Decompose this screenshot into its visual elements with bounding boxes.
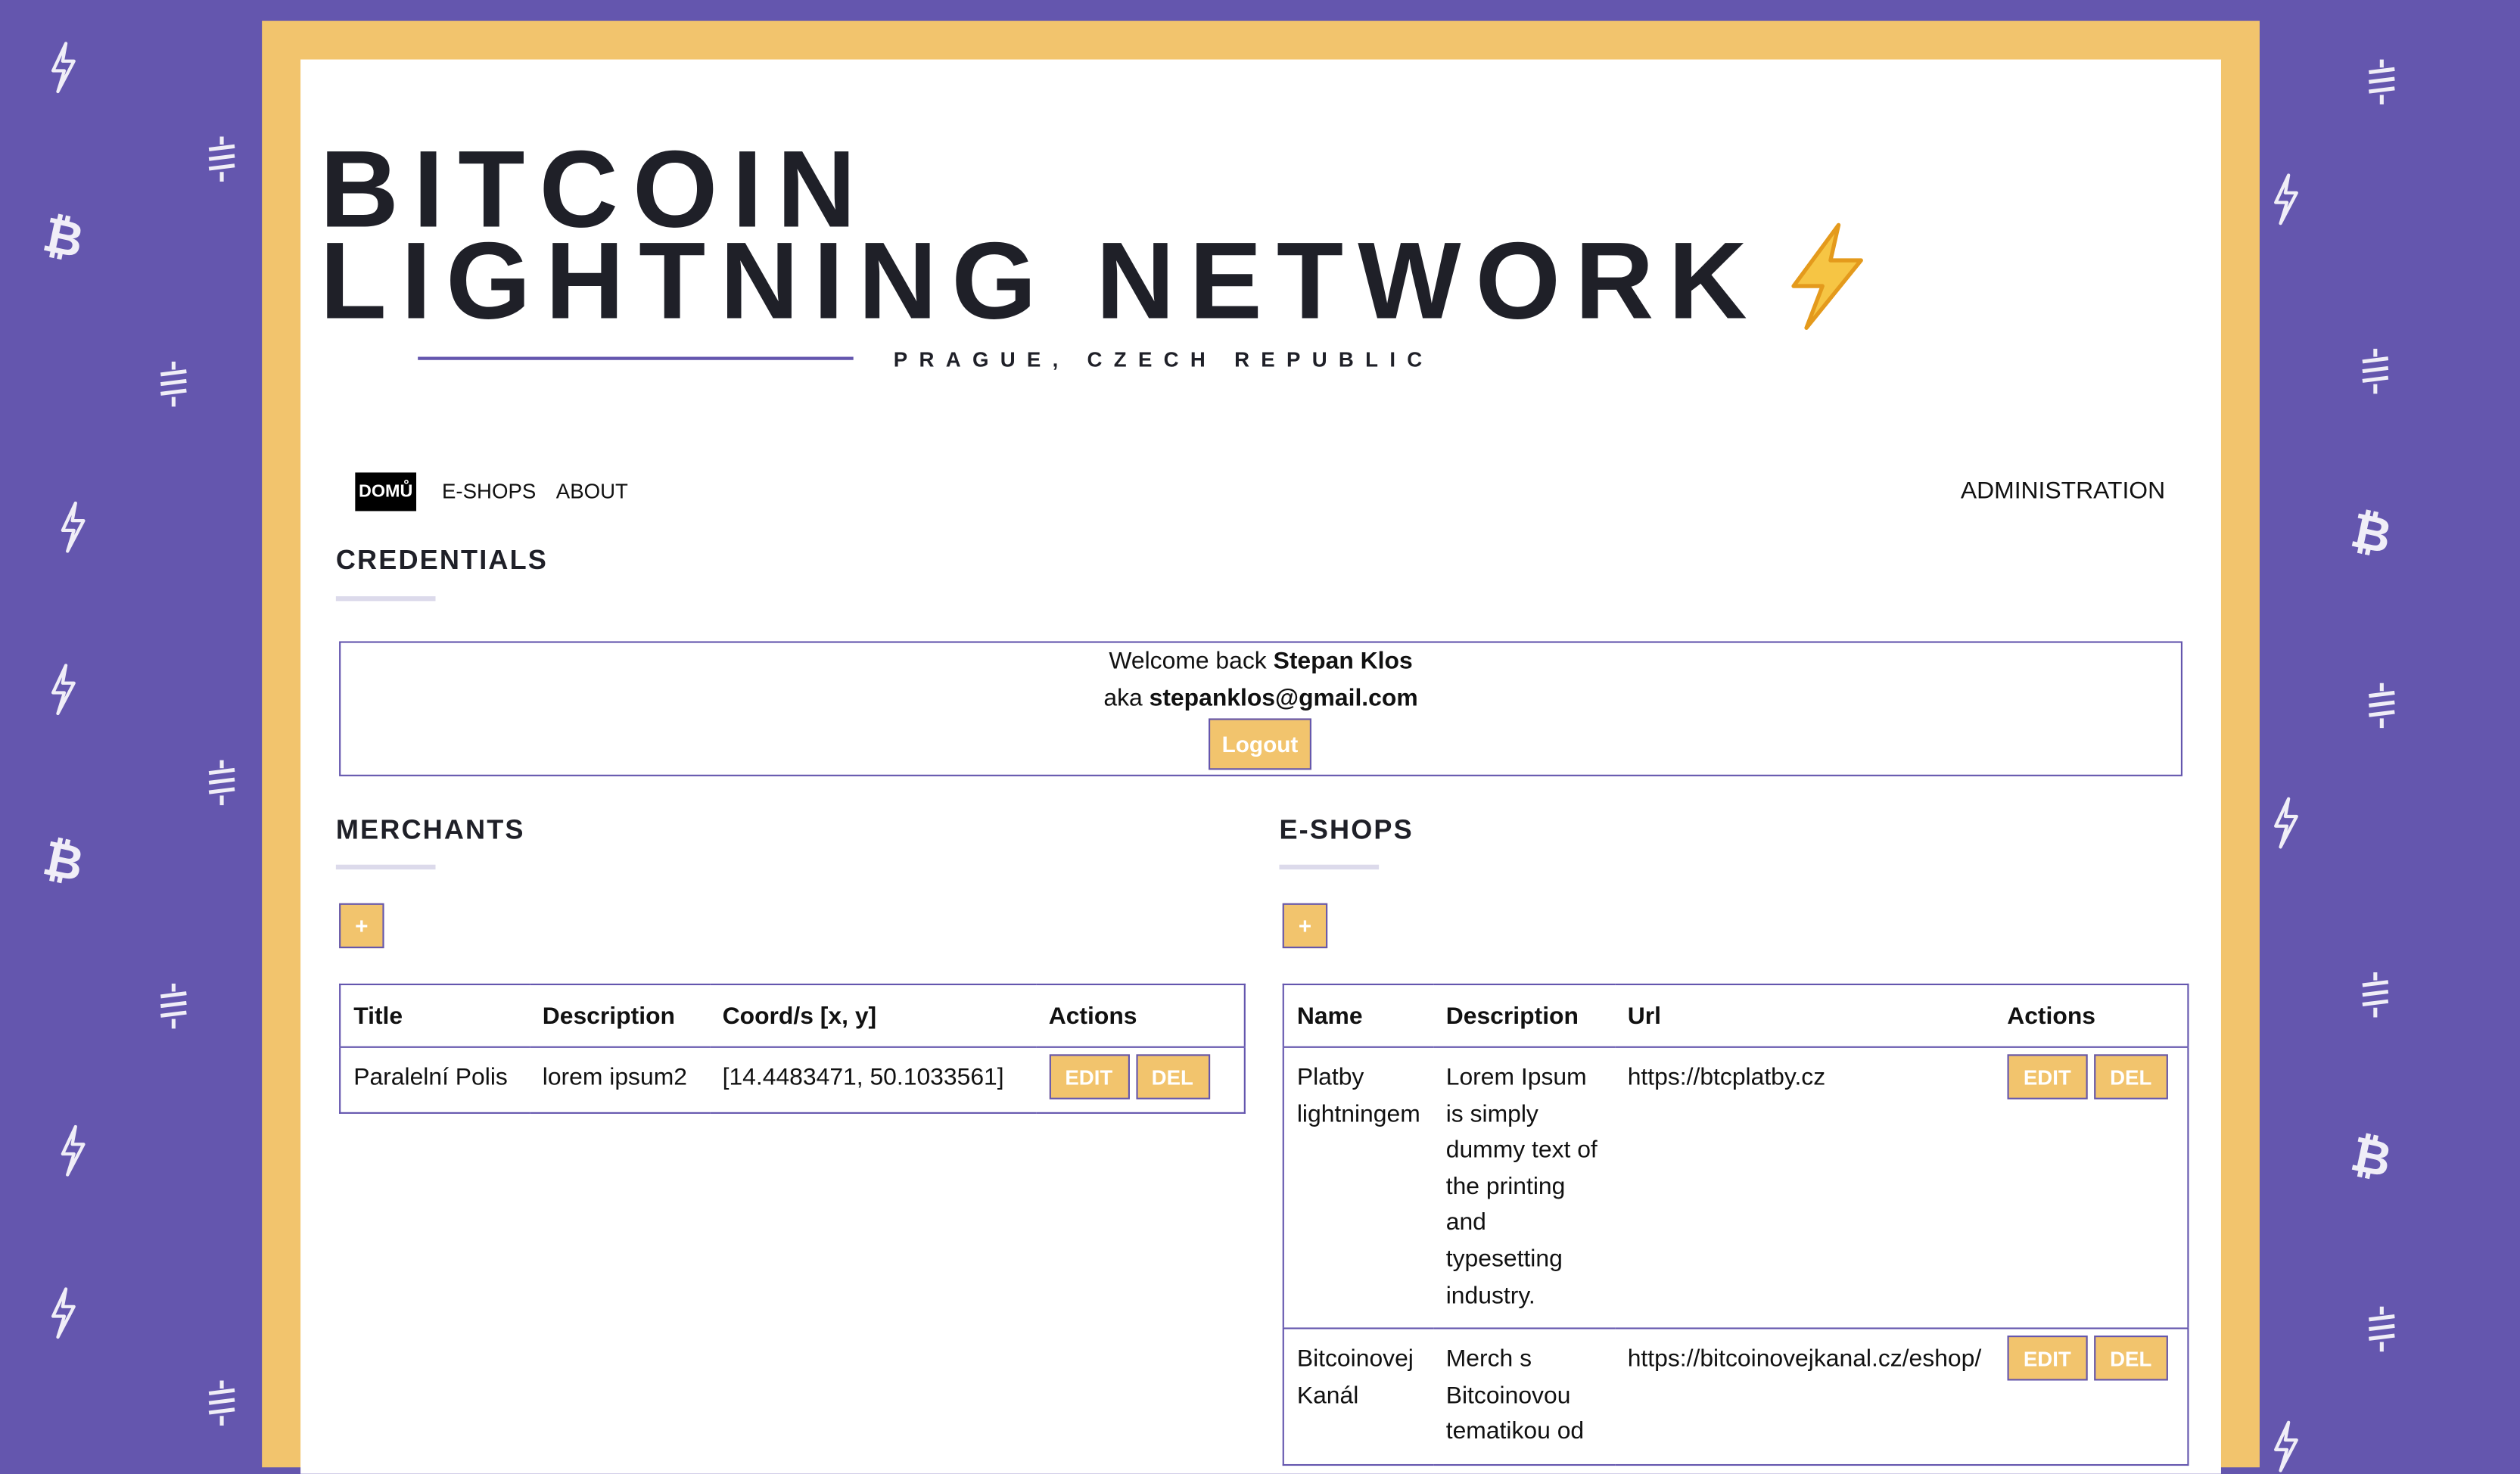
column-header: Description xyxy=(529,984,710,1048)
satoshi-icon xyxy=(2366,58,2397,106)
merchant-description-cell: lorem ipsum2 xyxy=(542,1064,687,1092)
lightning-icon xyxy=(48,1287,77,1339)
table-header-row: Name Description Url Actions xyxy=(1283,984,2189,1048)
satoshi-icon xyxy=(206,1379,238,1427)
eshop-description-cell: Merch s Bitcoinovou tematikou od xyxy=(1433,1327,1615,1465)
satoshi-icon xyxy=(206,135,238,183)
lightning-icon xyxy=(58,501,86,553)
site-subtitle: PRAGUE, CZECH REPUBLIC xyxy=(893,347,1434,372)
welcome-prefix: Welcome back xyxy=(1109,647,1274,676)
eshop-url-cell: https://btcplatby.cz xyxy=(1627,1064,1826,1092)
satoshi-icon xyxy=(206,759,238,807)
eshop-actions-cell: EDIT DEL xyxy=(1994,1047,2188,1329)
table-header-row: Title Description Coord/s [x, y] Actions xyxy=(340,984,1245,1048)
merchant-actions-cell: EDIT DEL xyxy=(1036,1047,1245,1113)
bitcoin-icon: ₿ xyxy=(38,207,89,271)
row-actions: EDIT DEL xyxy=(2007,1054,2174,1099)
row-actions: EDIT DEL xyxy=(1048,1054,1231,1099)
merchant-title-cell: Paralelní Polis xyxy=(353,1064,508,1092)
satoshi-icon xyxy=(2366,682,2397,730)
logout-button[interactable]: Logout xyxy=(1209,718,1311,770)
bitcoin-icon: ₿ xyxy=(2346,1126,2397,1190)
lightning-icon xyxy=(48,42,77,94)
nav-eshops-link[interactable]: E-SHOPS xyxy=(442,479,536,503)
merchant-coords-cell: [14.4483471, 50.1033561] xyxy=(722,1064,1004,1092)
satoshi-icon xyxy=(157,982,189,1031)
credentials-title: CREDENTIALS xyxy=(335,545,548,576)
column-header: Url xyxy=(1614,984,1995,1048)
column-header: Actions xyxy=(1994,984,2189,1048)
satoshi-icon xyxy=(2360,347,2391,396)
add-eshop-button[interactable]: + xyxy=(1282,903,1328,949)
lightning-icon xyxy=(2271,797,2300,849)
column-header: Coord/s [x, y] xyxy=(709,984,1036,1048)
column-header: Actions xyxy=(1035,984,1245,1048)
edit-button[interactable]: EDIT xyxy=(1048,1054,1129,1099)
delete-button[interactable]: DEL xyxy=(1135,1054,1210,1099)
eshop-actions-cell: EDIT DEL xyxy=(1994,1327,2189,1465)
page: ₿ ₿ ₿ ₿ BITCOIN LIGHTNING NETWORK PRAGUE… xyxy=(0,0,2520,1474)
subtitle-rule xyxy=(418,356,854,360)
edit-button[interactable]: EDIT xyxy=(2007,1336,2088,1381)
delete-button[interactable]: DEL xyxy=(2093,1336,2168,1381)
nav-about-link[interactable]: ABOUT xyxy=(556,479,628,503)
lightning-icon xyxy=(2271,173,2300,225)
lightning-icon xyxy=(2271,1420,2300,1472)
welcome-line: Welcome back Stepan Klos xyxy=(341,648,2181,675)
eshops-title: E-SHOPS xyxy=(1279,814,1414,846)
row-actions: EDIT DEL xyxy=(2007,1336,2174,1381)
column-header: Description xyxy=(1433,984,1615,1048)
table-row: Paralelní Polis lorem ipsum2 [14.4483471… xyxy=(340,1047,1245,1113)
column-header: Title xyxy=(340,984,530,1048)
eshops-rule xyxy=(1279,864,1380,870)
aka-line: aka stepanklos@gmail.com xyxy=(341,685,2181,712)
add-merchant-button[interactable]: + xyxy=(339,903,384,949)
satoshi-icon xyxy=(2360,971,2391,1019)
eshop-description-cell: Lorem Ipsum is simply dummy text of the … xyxy=(1445,1064,1598,1310)
user-email: stepanklos@gmail.com xyxy=(1149,684,1418,712)
nav-home-link[interactable]: DOMŮ xyxy=(355,472,417,512)
eshops-table: Name Description Url Actions Platby ligh… xyxy=(1282,983,2189,1466)
lightning-icon xyxy=(48,664,77,716)
satoshi-icon xyxy=(157,360,189,409)
aka-prefix: aka xyxy=(1103,684,1150,712)
edit-button[interactable]: EDIT xyxy=(2007,1054,2088,1099)
eshop-name-cell: Platby lightningem xyxy=(1296,1064,1420,1128)
lightning-logo-icon xyxy=(1784,222,1867,339)
table-row: Bitcoinovej Kanál Merch s Bitcoinovou te… xyxy=(1283,1327,2189,1465)
merchants-table: Title Description Coord/s [x, y] Actions… xyxy=(339,983,1246,1114)
satoshi-icon xyxy=(2366,1305,2397,1354)
merchants-title: MERCHANTS xyxy=(335,814,525,846)
table-row: Platby lightningem Lorem Ipsum is simply… xyxy=(1283,1047,2189,1329)
bitcoin-icon: ₿ xyxy=(2346,502,2397,567)
bitcoin-icon: ₿ xyxy=(38,830,89,894)
eshop-url-cell: https://bitcoinovejkanal.cz/eshop/ xyxy=(1614,1327,1995,1465)
nav-administration-link[interactable]: ADMINISTRATION xyxy=(1961,477,2165,505)
column-header: Name xyxy=(1283,984,1433,1048)
delete-button[interactable]: DEL xyxy=(2093,1054,2168,1099)
eshop-name-cell: Bitcoinovej Kanál xyxy=(1283,1327,1433,1465)
credentials-rule xyxy=(335,596,436,602)
lightning-icon xyxy=(58,1124,86,1177)
merchants-rule xyxy=(335,864,436,870)
user-name: Stepan Klos xyxy=(1273,647,1413,676)
site-title-line2: LIGHTNING NETWORK xyxy=(319,219,1762,343)
